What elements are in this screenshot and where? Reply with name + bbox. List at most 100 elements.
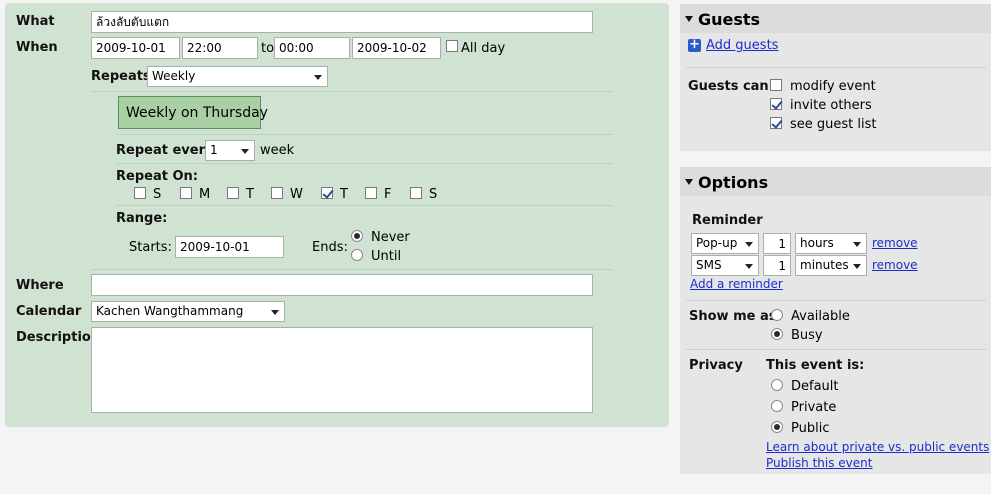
- what-input[interactable]: ล้วงลับตับแตก: [91, 11, 593, 33]
- calendar-select[interactable]: Kachen Wangthammang: [91, 301, 285, 322]
- day-checkbox-tue[interactable]: [227, 187, 239, 199]
- end-time-input[interactable]: 00:00: [274, 37, 350, 59]
- add-reminder-link[interactable]: Add a reminder: [690, 277, 783, 291]
- reminder-amount-input[interactable]: 1: [763, 255, 791, 276]
- day-label: F: [384, 187, 392, 202]
- divider: [91, 91, 613, 92]
- divider: [686, 67, 986, 68]
- reminder-method-value: SMS: [696, 258, 722, 272]
- add-icon: +: [688, 37, 701, 52]
- divider: [686, 300, 986, 301]
- modify-event-checkbox[interactable]: [770, 79, 782, 91]
- reminder-label: Reminder: [692, 213, 763, 228]
- divider: [116, 205, 613, 206]
- ends-until-radio[interactable]: [351, 249, 363, 261]
- reminder-method-select[interactable]: SMS: [691, 255, 759, 276]
- repeat-unit-label: week: [260, 143, 295, 158]
- day-label: S: [153, 187, 162, 202]
- divider: [116, 134, 613, 135]
- repeat-summary: Weekly on Thursday: [118, 96, 268, 129]
- start-time-input[interactable]: 22:00: [182, 37, 258, 59]
- day-label: S: [429, 187, 438, 202]
- remove-reminder-link[interactable]: remove: [872, 236, 918, 250]
- calendar-value: Kachen Wangthammang: [96, 304, 244, 318]
- range-label: Range:: [116, 211, 168, 226]
- calendar-label: Calendar: [16, 304, 82, 319]
- guests-can-label: Guests can: [688, 79, 769, 94]
- where-label: Where: [16, 278, 64, 293]
- available-label: Available: [791, 309, 850, 324]
- repeats-select[interactable]: Weekly: [147, 66, 328, 87]
- options-header[interactable]: Options: [680, 167, 991, 196]
- day-label: T: [340, 187, 348, 202]
- divider: [686, 349, 986, 350]
- reminder-amount-input[interactable]: 1: [763, 233, 791, 254]
- reminder-method-value: Pop-up: [696, 236, 738, 250]
- repeat-every-label: Repeat every:: [116, 143, 219, 158]
- privacy-public-label: Public: [791, 421, 830, 436]
- remove-reminder-link[interactable]: remove: [872, 258, 918, 272]
- where-input[interactable]: [91, 274, 593, 296]
- reminder-unit-select[interactable]: hours: [795, 233, 867, 254]
- chevron-down-icon: [314, 75, 322, 80]
- when-label: When: [16, 40, 58, 55]
- guests-header[interactable]: Guests: [680, 4, 991, 33]
- day-checkbox-wed[interactable]: [271, 187, 283, 199]
- invite-others-checkbox[interactable]: [770, 98, 782, 110]
- what-label: What: [16, 14, 55, 29]
- end-date-input[interactable]: 2009-10-02: [352, 37, 441, 59]
- busy-label: Busy: [791, 328, 823, 343]
- reminder-unit-value: hours: [800, 236, 834, 250]
- collapse-triangle-icon: [685, 16, 693, 22]
- ends-never-label: Never: [371, 230, 410, 245]
- repeat-on-label: Repeat On:: [116, 169, 198, 184]
- start-date-input[interactable]: 2009-10-01: [91, 37, 180, 59]
- description-textarea[interactable]: [91, 327, 593, 413]
- ends-until-label: Until: [371, 249, 402, 264]
- description-label: Description: [16, 330, 101, 345]
- range-start-input[interactable]: 2009-10-01: [175, 236, 284, 258]
- guests-title: Guests: [698, 10, 761, 29]
- chevron-down-icon: [241, 149, 249, 154]
- divider: [91, 269, 613, 270]
- privacy-default-label: Default: [791, 379, 839, 394]
- repeats-value: Weekly: [152, 69, 196, 83]
- privacy-private-radio[interactable]: [771, 400, 783, 412]
- options-title: Options: [698, 173, 769, 192]
- ends-never-radio[interactable]: [351, 230, 363, 242]
- day-checkbox-sat[interactable]: [410, 187, 422, 199]
- chevron-down-icon: [271, 310, 279, 315]
- day-label: T: [246, 187, 254, 202]
- chevron-down-icon: [745, 264, 753, 269]
- ends-label: Ends:: [312, 240, 348, 255]
- all-day-label: All day: [461, 41, 506, 56]
- add-guests-link[interactable]: Add guests: [706, 38, 778, 53]
- collapse-triangle-icon: [685, 179, 693, 185]
- day-checkbox-mon[interactable]: [180, 187, 192, 199]
- divider: [116, 163, 613, 164]
- busy-radio[interactable]: [771, 328, 783, 340]
- privacy-public-radio[interactable]: [771, 421, 783, 433]
- privacy-default-radio[interactable]: [771, 379, 783, 391]
- chevron-down-icon: [745, 242, 753, 247]
- chevron-down-icon: [853, 264, 861, 269]
- available-radio[interactable]: [771, 309, 783, 321]
- day-label: M: [199, 187, 211, 202]
- repeat-every-select[interactable]: 1: [205, 140, 255, 161]
- reminder-unit-select[interactable]: minutes: [795, 255, 867, 276]
- see-guest-list-label: see guest list: [790, 117, 877, 132]
- publish-event-link[interactable]: Publish this event: [766, 456, 872, 470]
- privacy-private-label: Private: [791, 400, 837, 415]
- learn-privacy-link[interactable]: Learn about private vs. public events: [766, 440, 989, 454]
- see-guest-list-checkbox[interactable]: [770, 117, 782, 129]
- to-label: to: [261, 41, 275, 56]
- day-checkbox-thu[interactable]: [321, 187, 333, 199]
- show-me-as-label: Show me as: [689, 309, 777, 324]
- day-label: W: [290, 187, 303, 202]
- all-day-checkbox[interactable]: [446, 40, 458, 52]
- day-checkbox-fri[interactable]: [365, 187, 377, 199]
- reminder-unit-value: minutes: [800, 258, 849, 272]
- day-checkbox-sun[interactable]: [134, 187, 146, 199]
- repeat-every-value: 1: [210, 143, 218, 157]
- reminder-method-select[interactable]: Pop-up: [691, 233, 759, 254]
